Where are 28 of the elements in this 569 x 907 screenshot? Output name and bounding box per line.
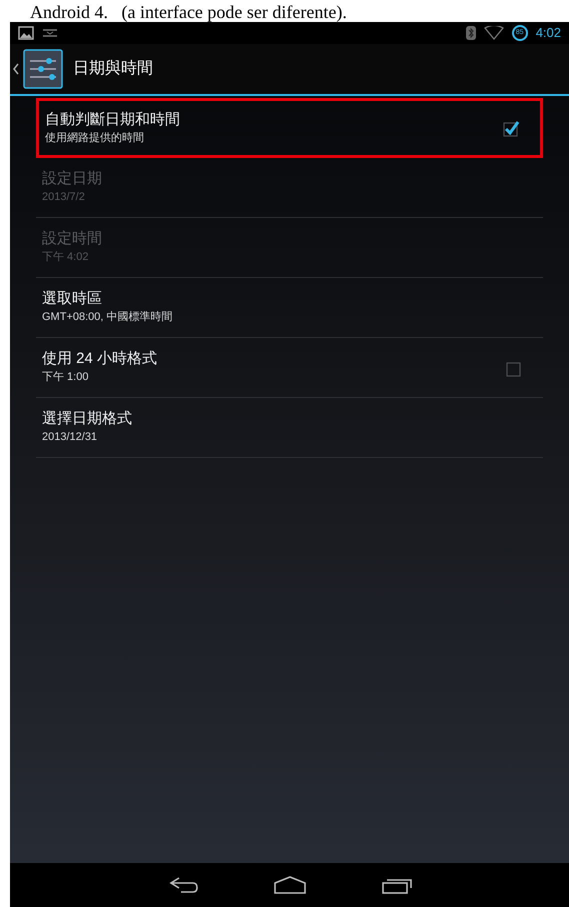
setting-row[interactable]: 自動判斷日期和時間 使用網路提供的時間	[36, 98, 543, 158]
screen-title: 日期與時間	[73, 58, 153, 79]
setting-row[interactable]: 使用 24 小時格式 下午 1:00	[36, 338, 543, 398]
back-caret-icon[interactable]	[13, 63, 19, 75]
setting-summary: 2013/7/2	[42, 190, 86, 205]
setting-title: 選取時區	[42, 289, 103, 309]
setting-summary: 2013/12/31	[42, 430, 98, 445]
setting-summary: GMT+08:00, 中國標準時間	[42, 310, 174, 325]
menu-icon	[42, 28, 58, 38]
setting-title: 設定日期	[42, 169, 103, 189]
setting-title: 自動判斷日期和時間	[45, 110, 181, 130]
setting-title: 設定時間	[42, 229, 103, 249]
status-time: 4:02	[536, 24, 561, 42]
setting-title: 使用 24 小時格式	[42, 349, 158, 369]
setting-row[interactable]: 選取時區 GMT+08:00, 中國標準時間	[36, 278, 543, 338]
recent-apps-icon[interactable]	[380, 876, 412, 894]
setting-summary: 下午 4:02	[42, 250, 90, 265]
setting-title: 選擇日期格式	[42, 409, 133, 429]
setting-summary: 下午 1:00	[42, 370, 90, 385]
sliders-icon[interactable]	[23, 49, 63, 89]
checked-checkbox-icon[interactable]	[502, 119, 520, 137]
image-icon	[18, 26, 34, 40]
bluetooth-icon	[466, 26, 476, 40]
wifi-icon	[484, 26, 504, 40]
home-icon[interactable]	[272, 876, 306, 894]
caption: Android 4. (a interface pode ser diferente).	[30, 2, 347, 22]
setting-summary: 使用網路提供的時間	[45, 130, 145, 146]
setting-row[interactable]: 選擇日期格式 2013/12/31	[36, 398, 543, 458]
